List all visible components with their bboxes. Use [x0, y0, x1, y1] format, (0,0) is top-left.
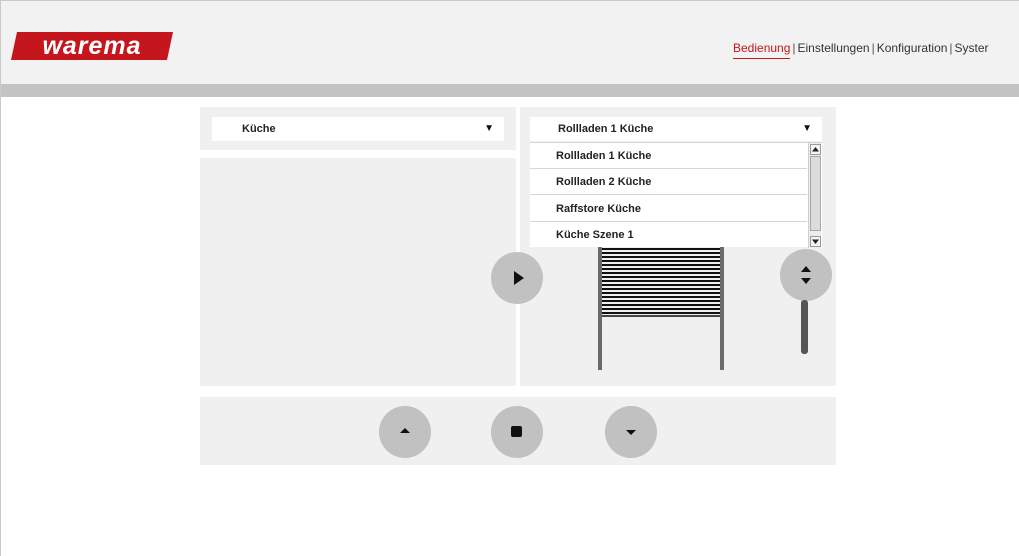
- room-view-panel: [200, 158, 516, 386]
- scroll-up-arrow-icon[interactable]: [810, 144, 821, 155]
- nav-item-konfiguration[interactable]: Konfiguration: [877, 41, 948, 55]
- up-button[interactable]: [379, 406, 431, 458]
- nav-separator: |: [949, 41, 953, 55]
- chevron-down-icon: ▼: [484, 123, 494, 134]
- stop-icon: [511, 426, 522, 437]
- position-slider[interactable]: [801, 300, 808, 354]
- device-option[interactable]: Raffstore Küche: [530, 196, 807, 222]
- main-nav: Bedienung | Einstellungen | Konfiguration | Sy…: [733, 41, 989, 59]
- stop-button[interactable]: [491, 406, 543, 458]
- arrow-down-icon: [626, 430, 636, 435]
- nav-item-system[interactable]: Syster: [955, 41, 989, 55]
- chevron-down-icon: ▼: [802, 123, 812, 134]
- logo-text: warema: [42, 32, 142, 60]
- device-option[interactable]: Küche Szene 1: [530, 222, 807, 248]
- room-select[interactable]: Küche ▼: [212, 117, 504, 141]
- position-button[interactable]: [780, 249, 832, 301]
- warema-logo[interactable]: warema: [11, 32, 173, 60]
- dropdown-scrollbar[interactable]: [808, 143, 821, 248]
- down-button[interactable]: [605, 406, 657, 458]
- nav-item-einstellungen[interactable]: Einstellungen: [798, 41, 870, 55]
- nav-separator: |: [792, 41, 796, 55]
- arrow-up-icon: [400, 428, 410, 433]
- device-dropdown-list: Rollladen 1 Küche Rollladen 2 Küche Raff…: [530, 142, 822, 248]
- nav-separator: |: [871, 41, 875, 55]
- nav-item-bedienung[interactable]: Bedienung: [733, 41, 791, 59]
- device-option[interactable]: Rollladen 2 Küche: [530, 169, 807, 195]
- scroll-thumb[interactable]: [810, 156, 821, 231]
- scroll-down-arrow-icon[interactable]: [810, 236, 821, 247]
- device-select-value: Rollladen 1 Küche: [558, 123, 654, 135]
- frame-border-top: [0, 0, 1019, 1]
- play-icon: [514, 271, 524, 285]
- header-divider: [0, 84, 1019, 97]
- header: warema Bedienung | Einstellungen | Konfigura…: [0, 0, 1019, 84]
- device-select[interactable]: Rollladen 1 Küche ▼: [530, 117, 822, 141]
- up-down-icon: [801, 266, 811, 284]
- shutter-illustration: [598, 245, 724, 370]
- frame-border-left: [0, 0, 1, 556]
- room-select-value: Küche: [242, 123, 276, 135]
- play-button[interactable]: [491, 252, 543, 304]
- device-option[interactable]: Rollladen 1 Küche: [530, 143, 807, 169]
